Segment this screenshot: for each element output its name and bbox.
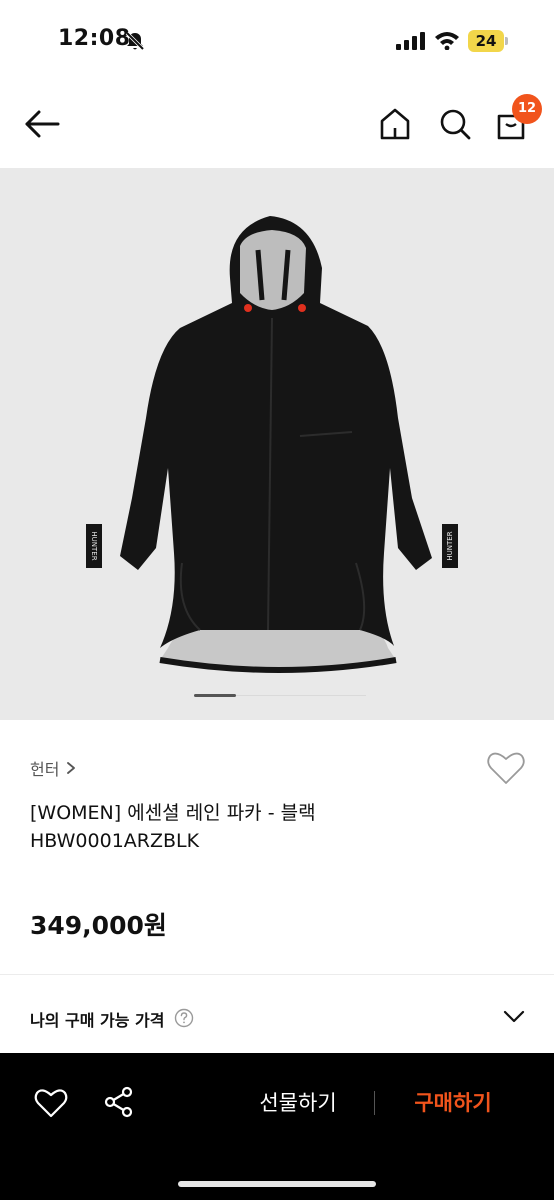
carousel-indicator <box>194 694 236 697</box>
home-icon[interactable] <box>378 106 412 142</box>
wifi-icon <box>434 30 460 51</box>
product-photo: HUNTER HUNTER <box>86 216 458 673</box>
sleeve-logo-left: HUNTER <box>90 531 98 560</box>
sleeve-logo-right: HUNTER <box>446 531 454 560</box>
product-image-carousel[interactable]: HUNTER HUNTER <box>0 168 554 720</box>
back-arrow-icon[interactable] <box>22 106 62 142</box>
help-circle-icon[interactable] <box>174 1008 194 1028</box>
heart-icon[interactable] <box>486 750 526 786</box>
gift-button[interactable]: 선물하기 <box>230 1083 366 1123</box>
home-indicator[interactable] <box>178 1181 376 1187</box>
chevron-right-icon[interactable] <box>66 760 76 774</box>
product-code: HBW0001ARZBLK <box>30 830 200 852</box>
cart-count-badge: 12 <box>512 94 542 124</box>
signal-icon <box>396 32 426 50</box>
chevron-down-icon[interactable] <box>502 1009 526 1025</box>
share-icon[interactable] <box>102 1085 136 1119</box>
app-header: 12 <box>0 80 554 168</box>
brand-link[interactable]: 헌터 <box>30 756 59 780</box>
my-price-label: 나의 구매 가능 가격 <box>30 1011 165 1030</box>
carousel-track <box>236 695 366 696</box>
my-price-row[interactable]: 나의 구매 가능 가격 <box>0 975 554 1055</box>
product-name: [WOMEN] 에센셜 레인 파카 - 블랙 <box>30 802 316 824</box>
bell-slash-icon <box>124 30 146 52</box>
status-bar: 12:08 24 <box>0 0 554 80</box>
bottom-action-bar: 선물하기 구매하기 <box>0 1053 554 1200</box>
status-time: 12:08 <box>58 26 131 51</box>
bottom-bar-divider <box>374 1091 375 1115</box>
battery-level: 24 <box>475 32 497 50</box>
buy-button[interactable]: 구매하기 <box>388 1083 518 1123</box>
search-icon[interactable] <box>438 106 472 142</box>
product-info: 헌터 [WOMEN] 에센셜 레인 파카 - 블랙 HBW0001ARZBLK … <box>0 720 554 974</box>
product-price: 349,000원 <box>30 911 167 940</box>
heart-icon[interactable] <box>34 1087 68 1119</box>
battery-icon: 24 <box>468 30 508 52</box>
